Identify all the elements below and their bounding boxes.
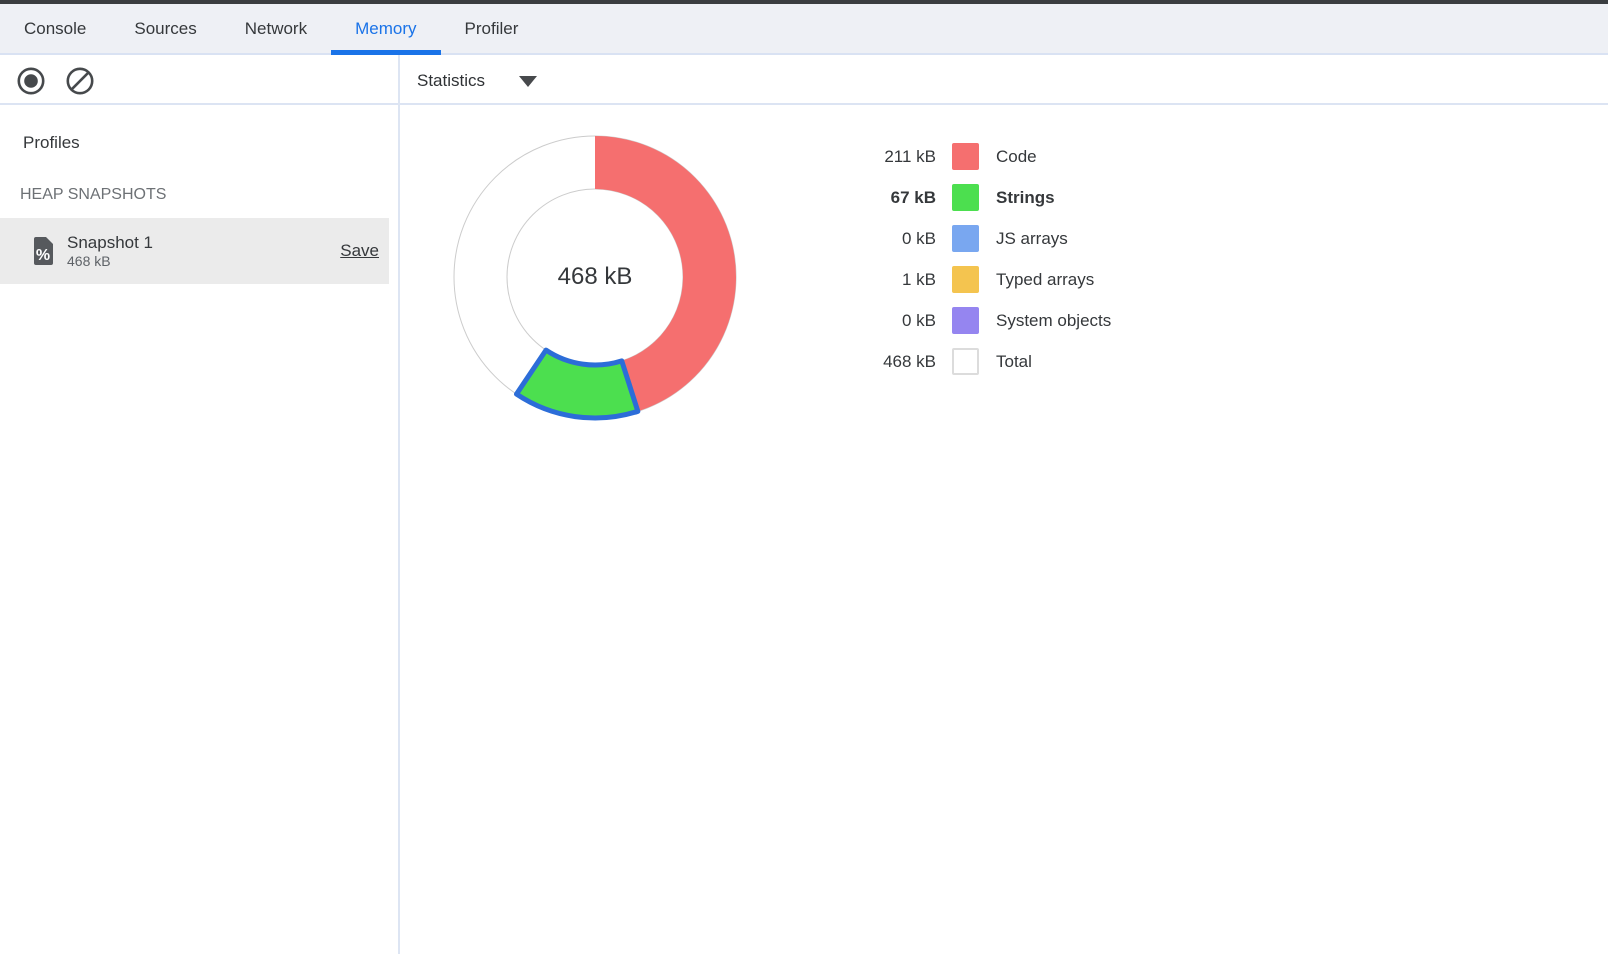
legend-row-js-arrays[interactable]: 0 kB JS arrays xyxy=(854,218,1111,259)
devtools-window: ConsoleSourcesNetworkMemoryProfiler Stat… xyxy=(0,0,1608,954)
toolbar-icon-group xyxy=(16,57,95,105)
legend-swatch-total xyxy=(952,348,979,375)
legend-value-js-arrays: 0 kB xyxy=(854,229,936,249)
legend-value-code: 211 kB xyxy=(854,147,936,167)
chart-legend: 211 kB Code 67 kB Strings 0 kB JS arrays 1 kB T… xyxy=(854,136,1111,382)
snapshot-text-block: Snapshot 1 468 kB xyxy=(67,233,340,270)
legend-swatch-code xyxy=(952,143,979,170)
legend-row-strings[interactable]: 67 kB Strings xyxy=(854,177,1111,218)
profiles-sidebar: Profiles HEAP SNAPSHOTS % Snapshot 1 468… xyxy=(0,105,398,954)
legend-swatch-strings xyxy=(952,184,979,211)
chevron-down-icon xyxy=(519,76,537,87)
snapshot-title: Snapshot 1 xyxy=(67,233,340,253)
legend-label-code: Code xyxy=(996,147,1037,167)
tab-console[interactable]: Console xyxy=(0,4,110,53)
legend-label-js-arrays: JS arrays xyxy=(996,229,1068,249)
perspective-dropdown[interactable]: Statistics xyxy=(417,57,537,105)
legend-label-system-objects: System objects xyxy=(996,311,1111,331)
legend-swatch-js-arrays xyxy=(952,225,979,252)
tab-memory[interactable]: Memory xyxy=(331,4,440,53)
legend-label-total: Total xyxy=(996,352,1032,372)
memory-toolbar: Statistics xyxy=(0,57,1608,105)
legend-label-strings: Strings xyxy=(996,188,1055,208)
heap-snapshots-heading: HEAP SNAPSHOTS xyxy=(20,186,398,204)
tab-sources[interactable]: Sources xyxy=(110,4,220,53)
tab-profiler[interactable]: Profiler xyxy=(441,4,543,53)
profiles-heading: Profiles xyxy=(23,133,398,153)
snapshot-list-item[interactable]: % Snapshot 1 468 kB Save xyxy=(0,218,389,284)
pie-chart-svg xyxy=(447,129,743,425)
legend-row-typed-arrays[interactable]: 1 kB Typed arrays xyxy=(854,259,1111,300)
heap-snapshot-icon: % xyxy=(30,236,56,266)
legend-row-total[interactable]: 468 kB Total xyxy=(854,341,1111,382)
clear-profiles-button[interactable] xyxy=(65,66,95,96)
legend-swatch-typed-arrays xyxy=(952,266,979,293)
statistics-pie-chart: 468 kB xyxy=(447,129,743,425)
save-snapshot-link[interactable]: Save xyxy=(340,241,379,261)
perspective-dropdown-label: Statistics xyxy=(417,71,485,91)
pie-slice-strings[interactable] xyxy=(516,350,637,418)
panel-tabbar: ConsoleSourcesNetworkMemoryProfiler xyxy=(0,4,1608,55)
snapshot-size: 468 kB xyxy=(67,253,340,270)
legend-row-system-objects[interactable]: 0 kB System objects xyxy=(854,300,1111,341)
legend-row-code[interactable]: 211 kB Code xyxy=(854,136,1111,177)
legend-value-system-objects: 0 kB xyxy=(854,311,936,331)
legend-label-typed-arrays: Typed arrays xyxy=(996,270,1094,290)
legend-value-typed-arrays: 1 kB xyxy=(854,270,936,290)
record-icon xyxy=(16,66,46,96)
tab-network[interactable]: Network xyxy=(221,4,331,53)
legend-swatch-system-objects xyxy=(952,307,979,334)
pie-inner-ring xyxy=(507,189,683,365)
clear-icon xyxy=(65,66,95,96)
sidebar-divider xyxy=(398,55,400,954)
legend-value-total: 468 kB xyxy=(854,352,936,372)
record-heap-snapshot-button[interactable] xyxy=(16,66,46,96)
svg-text:%: % xyxy=(36,247,50,264)
legend-value-strings: 67 kB xyxy=(854,188,936,208)
